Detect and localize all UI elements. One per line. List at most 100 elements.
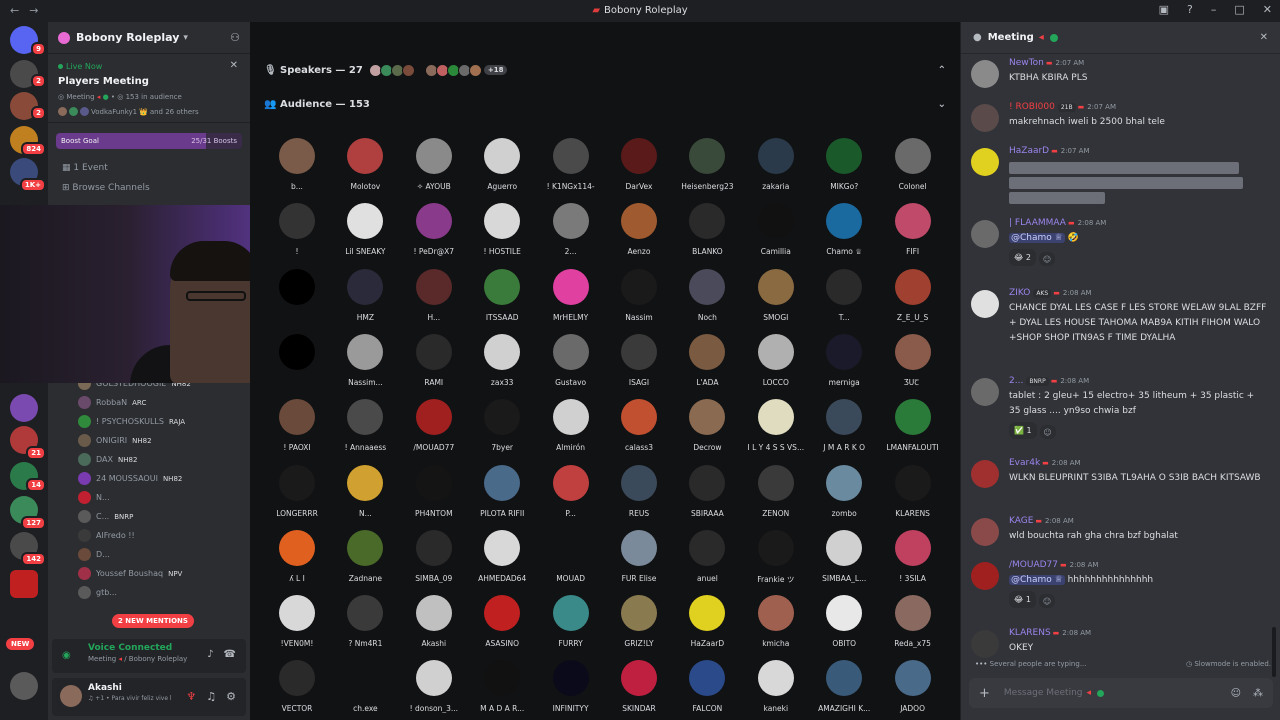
message-composer[interactable]: + Message Meeting ◂ ☺ ⁂ [969, 678, 1273, 708]
audience-member[interactable]: HaZaarD [674, 595, 740, 648]
maximize-button[interactable]: □ [1234, 3, 1244, 16]
audience-member[interactable]: MrHELMY [538, 268, 604, 322]
audience-member[interactable]: J M A R K O [811, 399, 877, 452]
message-author[interactable]: /MOUAD77 [1009, 560, 1058, 570]
close-icon[interactable]: ✕ [230, 60, 238, 71]
audience-member[interactable]: SMOGI [743, 268, 809, 322]
message-author[interactable]: ZIKO [1009, 288, 1030, 298]
audience-member[interactable]: Zadnane [332, 529, 398, 583]
audience-member[interactable]: ! Annaaess [332, 399, 398, 452]
voice-member[interactable]: Youssef Boushaq NPV [48, 564, 250, 583]
audience-member[interactable]: H... [401, 268, 467, 322]
voice-member[interactable]: gtb... [48, 583, 250, 602]
audience-member[interactable]: Molotov [332, 138, 398, 191]
audience-member[interactable]: ʎ L I [264, 529, 330, 583]
reaction[interactable]: 😂 2 [1009, 249, 1036, 266]
audience-member[interactable]: SBIRAAA [674, 464, 740, 518]
audience-member[interactable]: T... [811, 268, 877, 322]
audience-member[interactable]: anuel [674, 529, 740, 583]
audience-member[interactable]: LOCCO [743, 333, 809, 387]
audience-member[interactable]: FIFI [880, 203, 946, 256]
audience-member[interactable]: kaneki [743, 660, 809, 713]
avatar[interactable] [971, 518, 999, 546]
message-author[interactable]: 2... [1009, 376, 1023, 386]
audience-member[interactable]: REUS [606, 464, 672, 518]
chevron-up-icon[interactable]: ⌃ [938, 65, 946, 76]
audience-member[interactable]: OBITO [811, 595, 877, 648]
audience-member[interactable]: ! HOSTILE [469, 203, 535, 256]
audience-member[interactable] [264, 333, 330, 378]
message-input[interactable]: Message Meeting [1004, 688, 1083, 698]
server-icon[interactable] [10, 394, 38, 422]
message-author[interactable]: HaZaarD [1009, 146, 1049, 156]
audience-member[interactable]: Aguerro [469, 138, 535, 191]
reaction[interactable]: 😂 1 [1009, 591, 1036, 608]
audience-member[interactable]: ISAGI [606, 333, 672, 387]
audience-member[interactable]: Z_E_U_S [880, 268, 946, 322]
audience-member[interactable]: ! PeDr@X7 [401, 203, 467, 256]
audience-member[interactable]: ASASINO [469, 595, 535, 648]
message-author[interactable]: NewTon [1009, 58, 1044, 68]
audience-member[interactable]: SIMBAA_L... [811, 529, 877, 583]
audience-member[interactable]: I L Y 4 S S VS... [743, 399, 809, 452]
audience-member[interactable]: DarVex [606, 138, 672, 191]
disconnect-icon[interactable]: ☎ [224, 649, 236, 660]
audience-member[interactable]: kmicha [743, 595, 809, 648]
audience-member[interactable]: LONGERRR [264, 464, 330, 518]
scrollbar[interactable] [1272, 627, 1276, 677]
audience-member[interactable]: ZENON [743, 464, 809, 518]
audience-member[interactable]: Heisenberg23 [674, 138, 740, 191]
avatar[interactable] [971, 104, 999, 132]
add-reaction-icon[interactable]: ☺ [1038, 594, 1055, 608]
voice-member[interactable]: DAX NH82 [48, 450, 250, 469]
audience-member[interactable]: P... [538, 464, 604, 518]
audience-member[interactable]: GRIZ!LY [606, 595, 672, 648]
close-button[interactable]: ✕ [1263, 3, 1272, 16]
audience-member[interactable]: PH4NTOM [401, 464, 467, 518]
add-reaction-icon[interactable]: ☺ [1038, 252, 1055, 266]
voice-member[interactable]: D... [48, 545, 250, 564]
help-icon[interactable]: ? [1187, 3, 1193, 16]
audience-member[interactable]: Aenzo [606, 203, 672, 256]
browse-channels-link[interactable]: ⊞ Browse Channels [48, 173, 250, 193]
audience-member[interactable]: INFINITYY [538, 660, 604, 713]
audience-member[interactable]: 7byer [469, 399, 535, 452]
audience-member[interactable]: SIMBA_09 [401, 529, 467, 583]
avatar[interactable] [971, 460, 999, 488]
audience-member[interactable]: calass3 [606, 399, 672, 452]
audience-member[interactable]: Lil SNEAKY [332, 203, 398, 256]
audience-member[interactable]: zax33 [469, 333, 535, 387]
audience-member[interactable]: b... [264, 138, 330, 191]
avatar[interactable] [971, 220, 999, 248]
audience-member[interactable]: RAMI [401, 333, 467, 387]
voice-member[interactable]: ONIGIRI NH82 [48, 431, 250, 450]
audience-member[interactable]: zakaria [743, 138, 809, 191]
audience-member[interactable]: KLARENS [880, 464, 946, 518]
audience-member[interactable]: Camillia [743, 203, 809, 256]
add-reaction-icon[interactable]: ☺ [1039, 425, 1056, 439]
audience-member[interactable]: VECTOR [264, 660, 330, 713]
audience-member[interactable]: Chamo ♕ [811, 203, 877, 256]
audience-member[interactable]: ✧ AYOUB [401, 138, 467, 191]
audience-member[interactable]: Almirón [538, 399, 604, 452]
avatar[interactable] [971, 60, 999, 88]
new-mentions-pill[interactable]: 2 NEW MENTIONS [112, 614, 194, 628]
audience-member[interactable]: FALCON [674, 660, 740, 713]
close-chat-icon[interactable]: ✕ [1260, 32, 1268, 43]
audience-member[interactable]: ! K1NGx114- [538, 138, 604, 191]
audience-member[interactable] [264, 268, 330, 313]
avatar[interactable] [971, 148, 999, 176]
audience-member[interactable]: zombo [811, 464, 877, 518]
message-author[interactable]: | FLAAMMAA [1009, 218, 1066, 228]
audience-member[interactable]: SKINDAR [606, 660, 672, 713]
audience-member[interactable]: Reda_x75 [880, 595, 946, 648]
audience-member[interactable]: Gustavo [538, 333, 604, 387]
audience-member[interactable]: L'ADA [674, 333, 740, 387]
audience-member[interactable]: ! PAOXI [264, 399, 330, 452]
settings-icon[interactable]: ⚙ [226, 690, 236, 703]
voice-member[interactable]: RobbaN ARC [48, 393, 250, 412]
events-link[interactable]: ▦ 1 Event [48, 149, 250, 173]
audience-member[interactable]: ƷUꞆ [880, 333, 946, 388]
audience-member[interactable]: merniga [811, 333, 877, 387]
message-author[interactable]: Evar4k [1009, 458, 1040, 468]
